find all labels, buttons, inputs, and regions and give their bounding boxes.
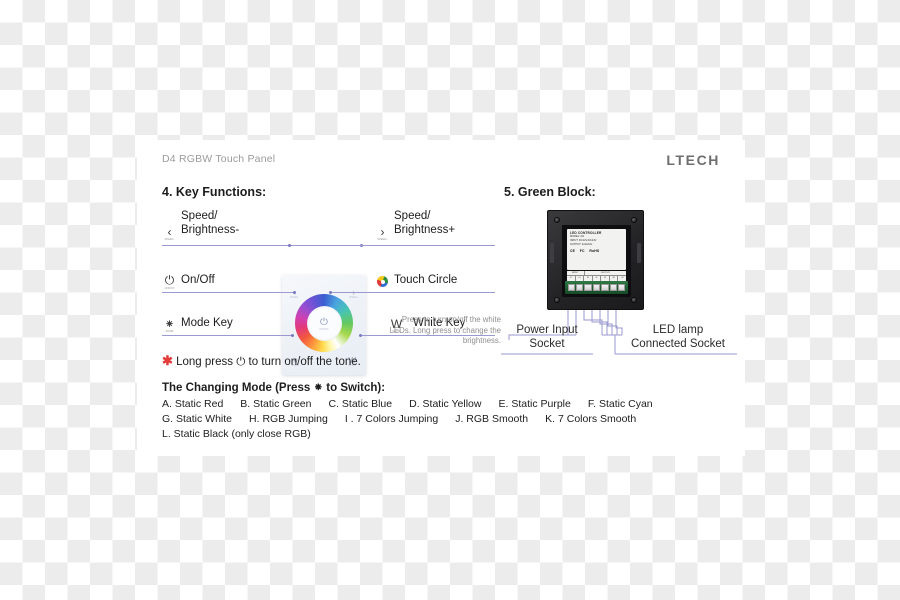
- callout-label-speed-minus-line2: Brightness-: [181, 223, 240, 236]
- label-led-lamp-line2: Connected Socket: [631, 337, 725, 350]
- mode-row: A. Static Red B. Static Green C. Static …: [162, 398, 722, 410]
- mode-item: C. Static Blue: [328, 398, 393, 410]
- mode-sublabel: MODE: [165, 330, 174, 333]
- section-heading-key-functions: 4. Key Functions:: [162, 185, 267, 199]
- label-led-lamp-line1: LED lamp: [652, 324, 704, 336]
- callout-label-speed-minus-line1: Speed/: [181, 210, 218, 222]
- mode-glyph: ⁕: [164, 316, 175, 331]
- mode-item: E. Static Purple: [498, 398, 571, 410]
- mode-icon-inline: ⁕: [313, 382, 324, 394]
- color-circle-icon: [375, 273, 390, 290]
- callout-dot-mode: [291, 334, 294, 337]
- label-power-input-line1: Power Input: [516, 324, 578, 336]
- power-sublabel: ON/OFF: [164, 287, 175, 290]
- section-heading-green-block: 5. Green Block:: [504, 185, 596, 199]
- callout-dot-speed-plus: [288, 244, 291, 247]
- asterisk-icon: ✱: [162, 353, 173, 368]
- power-icon-inline: ⏻: [236, 356, 246, 368]
- document-title: D4 RGBW Touch Panel: [162, 153, 276, 165]
- panel-power-button[interactable]: ⏻ ON/OFF: [319, 317, 328, 331]
- callout-label-onoff: On/Off: [181, 274, 215, 286]
- callout-label-touch-circle: Touch Circle: [394, 274, 458, 286]
- mode-item: F. Static Cyan: [587, 398, 653, 410]
- brand-logo: LTECH: [666, 152, 720, 168]
- callout-label-speed-plus: Speed/ Brightness+: [394, 210, 455, 237]
- mode-row: G. Static White H. RGB Jumping I . 7 Col…: [162, 413, 722, 425]
- callout-label-speed-minus: Speed/ Brightness-: [181, 210, 239, 237]
- mode-item: K. 7 Colors Smooth: [545, 413, 637, 425]
- mode-item: J. RGB Smooth: [455, 413, 529, 425]
- mode-item: H. RGB Jumping: [249, 413, 328, 425]
- callout-rule-onoff: [162, 292, 295, 293]
- panel-power-glyph: ⏻: [320, 317, 328, 328]
- callout-rule-touch-circle: [332, 292, 495, 293]
- mode-icon: ⁕ MODE: [162, 315, 177, 334]
- color-circle-glyph: [377, 276, 388, 287]
- chevron-right-glyph: ›: [380, 224, 385, 239]
- callout-rule-mode: [162, 335, 293, 336]
- power-icon: ⏻ ON/OFF: [162, 272, 177, 290]
- panel-power-sublabel: ON/OFF: [319, 328, 329, 331]
- wiring-leads: [501, 310, 737, 355]
- label-power-input-line2: Socket: [529, 337, 565, 350]
- callout-dot-onoff: [293, 291, 296, 294]
- mode-item: D. Static Yellow: [409, 398, 482, 410]
- label-power-input-socket: Power Input Socket: [499, 324, 595, 351]
- mode-item: G. Static White: [162, 413, 233, 425]
- document-header: D4 RGBW Touch Panel LTECH: [162, 152, 722, 173]
- document-sheet: D4 RGBW Touch Panel LTECH 4. Key Functio…: [137, 140, 745, 456]
- tone-note: ✱ Long press ⏻ to turn on/off the tone.: [162, 353, 361, 369]
- mode-item: I . 7 Colors Jumping: [344, 413, 439, 425]
- mode-item: A. Static Red: [162, 398, 224, 410]
- green-block-diagram: LED CONTROLLER MODEL: D4 INPUT: DC12V-DC…: [497, 202, 737, 392]
- callout-dot-white-key: [359, 334, 362, 337]
- chevron-left-glyph: ‹: [167, 224, 172, 239]
- mode-item: L. Static Black (only close RGB): [162, 428, 311, 440]
- tone-note-text-after: to turn on/off the tone.: [248, 356, 361, 368]
- callout-label-speed-plus-line2: Brightness+: [394, 223, 456, 236]
- callout-label-mode-key: Mode Key: [181, 317, 233, 329]
- mode-item: B. Static Green: [240, 398, 312, 410]
- tone-note-text-before: Long press: [176, 356, 234, 368]
- callout-label-speed-plus-line1: Speed/: [394, 210, 431, 222]
- callout-rule-speed-plus: [290, 245, 495, 246]
- callout-dot-touch-circle: [329, 291, 332, 294]
- label-led-lamp-socket: LED lamp Connected Socket: [617, 324, 739, 351]
- changing-mode-title-after: to Switch):: [326, 382, 386, 394]
- mode-row: L. Static Black (only close RGB): [162, 428, 722, 440]
- color-wheel[interactable]: ⏻ ON/OFF: [295, 294, 353, 352]
- power-glyph: ⏻: [164, 273, 175, 287]
- chevron-left-icon: ‹ SPEED-: [162, 223, 177, 242]
- chevron-left-sublabel: SPEED-: [164, 238, 175, 241]
- white-key-note: Press to turn on/off the white LEDs. Lon…: [389, 315, 501, 345]
- chevron-right-sublabel: SPEED+: [377, 238, 388, 241]
- chevron-right-icon: › SPEED+: [375, 223, 390, 242]
- changing-mode-title-before: The Changing Mode (Press: [162, 382, 311, 394]
- key-functions-diagram: ‹ SPEED- › SPEED+ ⁕ MODE W WHITE ⏻ ON/OF…: [157, 202, 502, 377]
